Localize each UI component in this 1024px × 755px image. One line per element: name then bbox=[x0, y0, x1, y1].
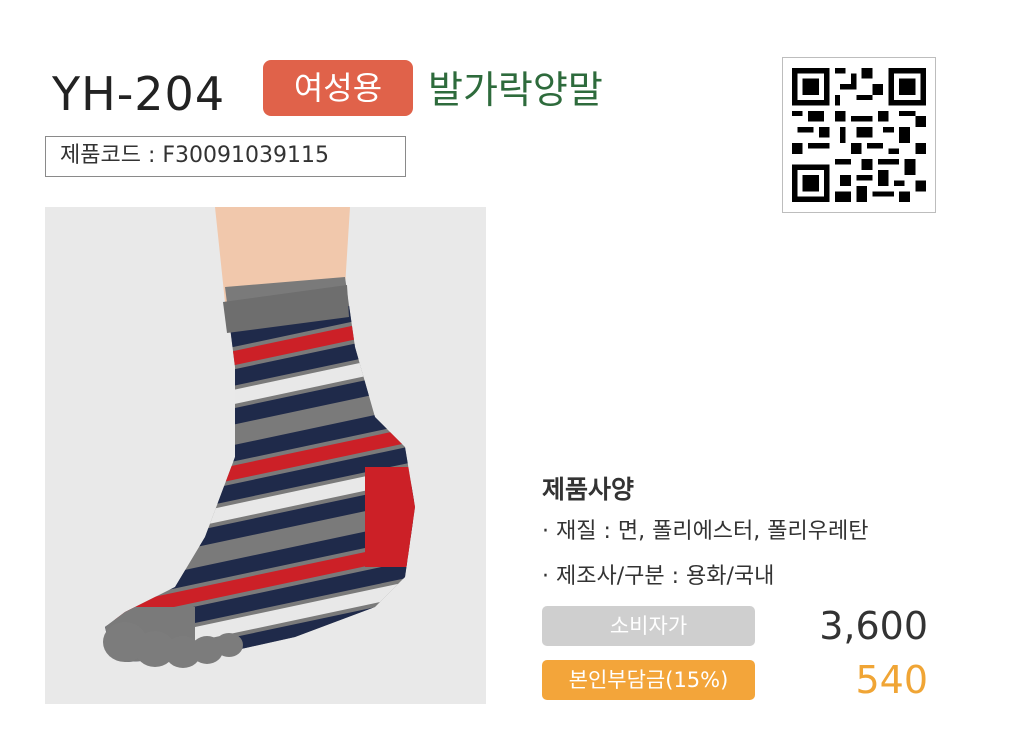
product-type: 발가락양말 bbox=[428, 68, 603, 112]
spec-material: · 재질 : 면, 폴리에스터, 폴리우레탄 bbox=[542, 519, 869, 544]
retail-price-label: 소비자가 bbox=[542, 606, 755, 646]
model-number: YH-204 bbox=[52, 67, 226, 121]
burden-price-value: 540 bbox=[855, 658, 928, 702]
burden-price-label: 본인부담금(15%) bbox=[542, 660, 755, 700]
retail-price-value: 3,600 bbox=[819, 604, 928, 648]
spec-maker: · 제조사/구분 : 용화/국내 bbox=[542, 564, 775, 589]
qr-code-icon[interactable] bbox=[782, 57, 936, 213]
gender-badge: 여성용 bbox=[263, 60, 413, 116]
spec-title: 제품사양 bbox=[542, 475, 635, 504]
product-code: 제품코드 : F30091039115 bbox=[45, 136, 406, 177]
product-photo bbox=[45, 207, 486, 704]
